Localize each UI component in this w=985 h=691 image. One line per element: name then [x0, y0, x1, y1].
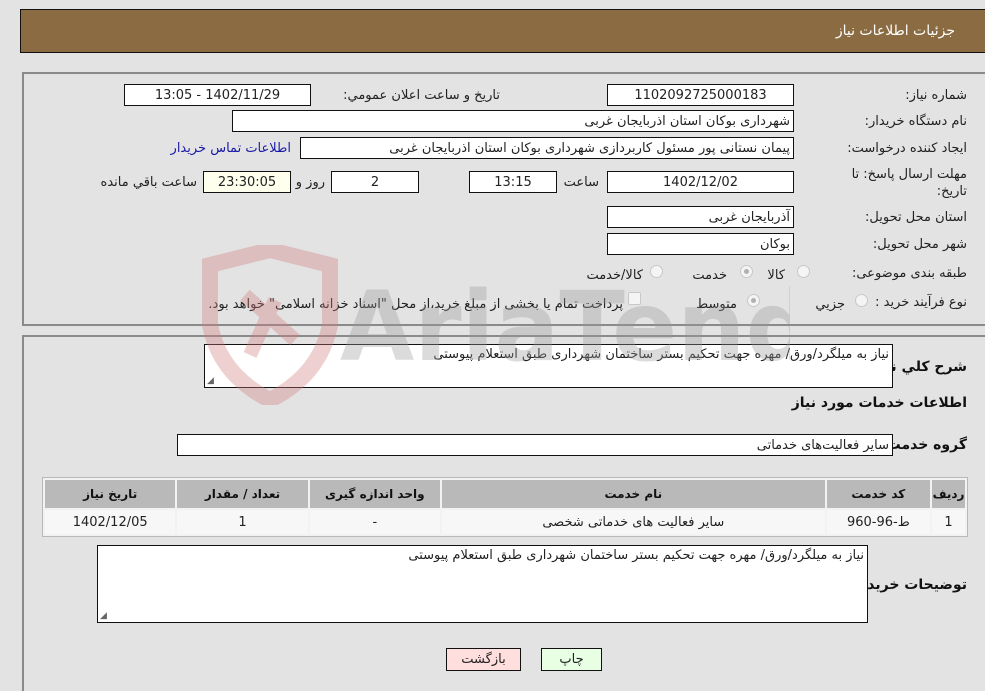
col-service-name: نام خدمت	[441, 480, 825, 508]
cell-unit: -	[309, 510, 440, 534]
category-option-service: خدمت	[692, 268, 727, 283]
buyer-notes-textarea[interactable]: نیاز به میلگرد/ورق/ مهره جهت تحکیم بستر …	[97, 545, 868, 623]
print-button[interactable]: چاپ	[541, 648, 602, 671]
days-label: روز و	[295, 175, 325, 190]
table-row: 1 ط-96-960 سایر فعالیت های خدماتی شخصی -…	[45, 510, 965, 534]
buyer-notes-text: نیاز به میلگرد/ورق/ مهره جهت تحکیم بستر …	[408, 548, 864, 563]
payment-note: پرداخت تمام یا بخشی از مبلغ خرید،از محل …	[208, 297, 623, 312]
process-radio-medium[interactable]	[747, 294, 760, 307]
announce-date-field: 1402/11/29 - 13:05	[124, 84, 311, 106]
category-radio-service[interactable]	[740, 265, 753, 278]
deadline-time-field: 13:15	[469, 171, 557, 193]
need-number-field: 1102092725000183	[607, 84, 794, 106]
services-table: رديف کد خدمت نام خدمت واحد اندازه گيری ت…	[42, 477, 968, 537]
province-field: آذربایجان غربی	[607, 206, 794, 228]
process-radio-minor[interactable]	[855, 294, 868, 307]
city-field: بوکان	[607, 233, 794, 255]
city-label: شهر محل تحویل:	[872, 237, 967, 252]
cell-row-number: 1	[932, 510, 965, 534]
col-quantity: تعداد / مقدار	[177, 480, 308, 508]
remaining-label: ساعت باقي مانده	[100, 175, 197, 190]
service-group-field: سایر فعالیت‌های خدماتی	[177, 434, 893, 456]
service-group-label: گروه خدمت:	[881, 437, 967, 453]
cell-need-date: 1402/12/05	[45, 510, 176, 534]
province-label: استان محل تحویل:	[865, 210, 967, 225]
creator-field: پیمان نستانی پور مسئول کاربردازی شهرداری…	[300, 137, 794, 159]
announce-date-label: تاریخ و ساعت اعلان عمومي:	[343, 88, 500, 103]
cell-service-name: سایر فعالیت های خدماتی شخصی	[441, 510, 825, 534]
remaining-days-field: 2	[331, 171, 419, 193]
remaining-time-field: 23:30:05	[203, 171, 291, 193]
category-label: طبقه بندی موضوعی:	[851, 266, 967, 281]
category-radio-goods-service[interactable]	[650, 265, 663, 278]
page-header: جزئیات اطلاعات نیاز	[20, 9, 985, 53]
summary-textarea[interactable]: نیاز به میلگرد/ورق/ مهره جهت تحکیم بستر …	[204, 344, 893, 388]
cell-quantity: 1	[177, 510, 308, 534]
deadline-label: مهلت ارسال پاسخ: تا تاریخ:	[851, 167, 967, 199]
col-unit: واحد اندازه گيری	[309, 480, 440, 508]
col-service-code: کد خدمت	[826, 480, 931, 508]
category-option-goods: کالا	[767, 268, 785, 283]
back-button[interactable]: بازگشت	[446, 648, 521, 671]
process-option-minor: جزيي	[815, 297, 845, 312]
cell-service-code: ط-96-960	[826, 510, 931, 534]
col-row-number: رديف	[932, 480, 965, 508]
need-number-label: شماره نیاز:	[905, 88, 967, 103]
buyer-org-field: شهرداری بوکان استان اذربایجان غربی	[232, 110, 794, 132]
page-title: جزئیات اطلاعات نیاز	[835, 23, 955, 39]
category-option-goods-service: کالا/خدمت	[586, 268, 643, 283]
table-header-row: رديف کد خدمت نام خدمت واحد اندازه گيری ت…	[45, 480, 965, 508]
services-heading: اطلاعات خدمات مورد نياز	[791, 395, 967, 411]
treasury-payment-checkbox[interactable]	[628, 292, 641, 305]
process-label: نوع فرآیند خرید :	[875, 295, 967, 310]
col-need-date: تاريخ نياز	[45, 480, 176, 508]
process-option-medium: متوسط	[696, 297, 737, 312]
resize-grip-icon[interactable]: ◢	[207, 376, 214, 386]
buyer-contact-link[interactable]: اطلاعات تماس خریدار	[171, 141, 291, 156]
resize-grip-icon[interactable]: ◢	[100, 611, 107, 621]
deadline-date-field: 1402/12/02	[607, 171, 794, 193]
creator-label: ایجاد کننده درخواست:	[847, 141, 967, 156]
buyer-org-label: نام دستگاه خریدار:	[864, 114, 967, 129]
need-details-panel: شرح کلي نياز: نیاز به میلگرد/ورق/ مهره ج…	[22, 335, 985, 691]
summary-text: نیاز به میلگرد/ورق/ مهره جهت تحکیم بستر …	[433, 347, 889, 362]
deadline-time-label: ساعت	[563, 175, 599, 190]
category-radio-goods[interactable]	[797, 265, 810, 278]
need-info-panel: شماره نیاز: 1102092725000183 تاریخ و ساع…	[22, 72, 985, 326]
